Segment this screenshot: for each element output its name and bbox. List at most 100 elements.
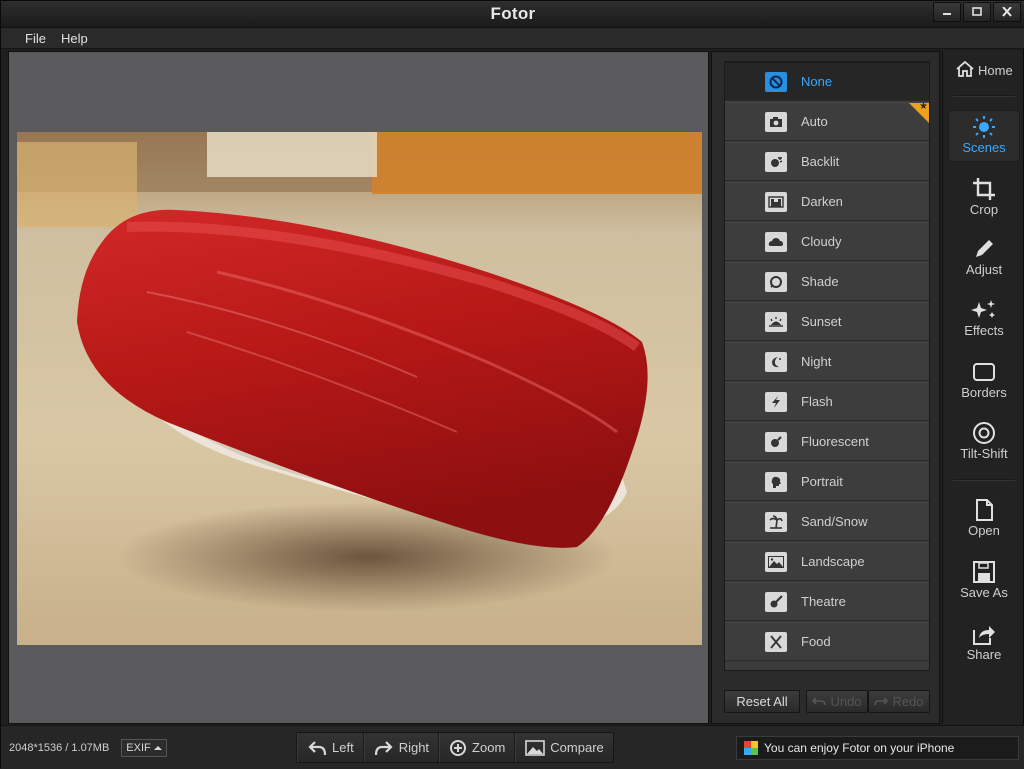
view-tools: Left Right Zoom Compare — [296, 732, 614, 763]
tool-crop[interactable]: Crop — [948, 173, 1020, 225]
zoom-label: Zoom — [472, 740, 506, 755]
maximize-icon — [972, 7, 982, 16]
scene-item-portrait[interactable]: Portrait — [725, 462, 929, 501]
tool-share[interactable]: Share — [948, 618, 1020, 670]
moon-icon — [765, 352, 787, 372]
app-title: Fotor — [490, 4, 536, 23]
sparkle-icon — [971, 300, 995, 318]
exif-label: EXIF — [126, 742, 151, 754]
document-icon — [976, 499, 993, 521]
cutlery-icon — [765, 632, 787, 652]
scene-label: Backlit — [801, 154, 840, 169]
exif-button[interactable]: EXIF — [121, 739, 167, 757]
close-icon — [1002, 7, 1012, 17]
pencil-icon — [976, 240, 993, 257]
scene-item-flash[interactable]: Flash — [725, 382, 929, 421]
scene-list[interactable]: None Auto ★ Backlit Darken Cloudy Shade … — [724, 61, 930, 671]
scene-label: Darken — [801, 194, 843, 209]
palm-icon — [765, 512, 787, 532]
tool-adjust[interactable]: Adjust — [948, 233, 1020, 285]
tool-effects[interactable]: Effects — [948, 294, 1020, 346]
title-bar[interactable]: Fotor — [1, 1, 1024, 28]
scene-item-food[interactable]: Food — [725, 622, 929, 661]
rotate-right-icon — [374, 740, 393, 755]
minimize-icon — [943, 13, 951, 15]
caret-up-icon — [153, 746, 162, 750]
tool-share-label: Share — [966, 647, 1002, 662]
home-label: Home — [978, 63, 1013, 78]
undo-button[interactable]: Undo — [806, 690, 868, 713]
guitar-icon — [765, 592, 787, 612]
rotate-right-button[interactable]: Right — [363, 733, 440, 762]
scene-label: Portrait — [801, 474, 843, 489]
rotate-left-label: Left — [332, 740, 354, 755]
scene-item-none[interactable]: None — [725, 62, 929, 101]
tool-scenes-label: Scenes — [962, 140, 1006, 155]
tool-scenes[interactable]: Scenes — [948, 110, 1020, 162]
scene-label: Food — [801, 634, 831, 649]
scene-item-cloudy[interactable]: Cloudy — [725, 222, 929, 261]
compare-button[interactable]: Compare — [515, 733, 612, 762]
rotate-left-button[interactable]: Left — [297, 733, 364, 762]
frame-icon — [973, 363, 995, 381]
scene-item-theatre[interactable]: Theatre — [725, 582, 929, 621]
compare-label: Compare — [550, 740, 604, 755]
scene-label: Fluorescent — [801, 434, 869, 449]
redo-button[interactable]: Redo — [868, 690, 930, 713]
toolbar-divider — [953, 95, 1015, 97]
zoom-button[interactable]: Zoom — [439, 733, 516, 762]
none-icon — [765, 72, 787, 92]
iphone-promo[interactable]: You can enjoy Fotor on your iPhone — [736, 736, 1019, 760]
home-button[interactable]: Home — [948, 55, 1020, 87]
menu-help[interactable]: Help — [61, 31, 88, 46]
scene-item-night[interactable]: Night — [725, 342, 929, 381]
shade-icon — [765, 272, 787, 292]
mountain-icon — [765, 552, 787, 572]
scene-label: Flash — [801, 394, 833, 409]
minimize-button[interactable] — [933, 2, 961, 22]
sunset-icon — [765, 312, 787, 332]
scene-item-auto[interactable]: Auto ★ — [725, 102, 929, 141]
redo-label: Redo — [892, 694, 924, 709]
tool-borders[interactable]: Borders — [948, 356, 1020, 408]
photo-canvas[interactable] — [8, 51, 709, 724]
close-button[interactable] — [993, 2, 1021, 22]
tool-crop-label: Crop — [969, 202, 999, 217]
menu-file[interactable]: File — [25, 31, 46, 46]
status-bar: 2048*1536 / 1.07MB EXIF Left Right Zoom … — [1, 725, 1024, 769]
save-icon — [973, 561, 995, 583]
scene-item-backlit[interactable]: Backlit — [725, 142, 929, 181]
star-icon: ★ — [919, 101, 928, 112]
maximize-button[interactable] — [963, 2, 991, 22]
reset-all-button[interactable]: Reset All — [724, 690, 800, 713]
window-controls — [933, 2, 1021, 22]
photo-preview[interactable] — [17, 132, 702, 645]
darken-icon — [765, 192, 787, 212]
share-icon — [973, 626, 995, 645]
scene-item-shade[interactable]: Shade — [725, 262, 929, 301]
portrait-icon — [765, 472, 787, 492]
bulb-icon — [765, 432, 787, 452]
scene-label: Sunset — [801, 314, 842, 329]
rotate-right-label: Right — [398, 740, 430, 755]
compare-icon — [525, 739, 546, 756]
home-icon — [956, 60, 974, 82]
undo-icon — [812, 696, 827, 705]
sun-icon — [973, 116, 995, 138]
scene-label: Sand/Snow — [801, 514, 868, 529]
tool-tilt-shift[interactable]: Tilt-Shift — [948, 417, 1020, 469]
scene-label: Cloudy — [801, 234, 842, 249]
scene-label: Shade — [801, 274, 839, 289]
scene-item-darken[interactable]: Darken — [725, 182, 929, 221]
scene-item-landscape[interactable]: Landscape — [725, 542, 929, 581]
scene-label: Landscape — [801, 554, 865, 569]
scene-item-sand-snow[interactable]: Sand/Snow — [725, 502, 929, 541]
scene-item-sunset[interactable]: Sunset — [725, 302, 929, 341]
cloud-icon — [765, 232, 787, 252]
tool-save-as[interactable]: Save As — [948, 556, 1020, 608]
tool-open[interactable]: Open — [948, 494, 1020, 546]
scene-item-fluorescent[interactable]: Fluorescent — [725, 422, 929, 461]
tool-save-as-label: Save As — [960, 585, 1008, 600]
zoom-icon — [450, 739, 467, 756]
tool-effects-label: Effects — [964, 323, 1004, 338]
